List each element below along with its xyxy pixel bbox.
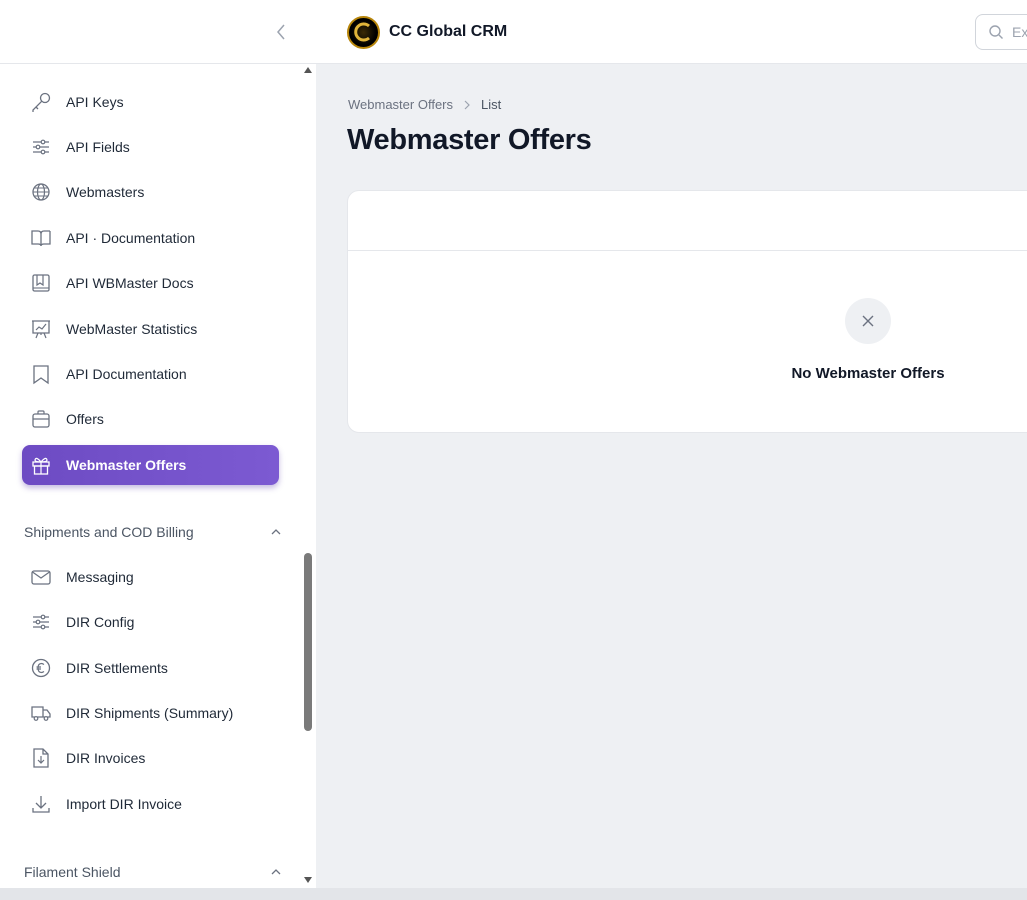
sidebar-item-label: WebMaster Statistics xyxy=(66,321,198,337)
breadcrumb-current: List xyxy=(481,97,502,112)
x-mark-icon xyxy=(862,315,874,327)
sidebar-item-label: API · Documentation xyxy=(66,230,196,246)
book-icon xyxy=(30,272,52,294)
table-card: No Webmaster Offers xyxy=(347,190,1027,433)
sidebar-item-import-dir-invoice[interactable]: Import DIR Invoice xyxy=(22,784,279,824)
scroll-up-arrow[interactable] xyxy=(302,64,314,76)
chevron-up-icon xyxy=(271,529,281,535)
sidebar-item-label: API Fields xyxy=(66,139,130,155)
table-header xyxy=(348,191,1027,251)
topbar: CC Global CRM Ex xyxy=(0,0,1027,64)
sidebar-item-webmasters[interactable]: Webmasters xyxy=(22,172,279,212)
arrow-down-tray-icon xyxy=(30,793,52,815)
sidebar-item-label: API Documentation xyxy=(66,366,187,382)
sidebar-item-dir-settlements[interactable]: DIR Settlements xyxy=(22,648,279,688)
sidebar-item-dir-shipments-summary[interactable]: DIR Shipments (Summary) xyxy=(22,693,279,733)
presentation-chart-icon xyxy=(30,318,52,340)
sidebar-item-label: DIR Settlements xyxy=(66,660,168,676)
sidebar-item-api-documentation[interactable]: API Documentation xyxy=(22,354,279,394)
chevron-up-icon xyxy=(271,869,281,875)
logo xyxy=(347,15,380,49)
sidebar-item-api-keys[interactable]: API Keys xyxy=(22,82,279,122)
horizontal-scrollbar xyxy=(0,888,1027,900)
sidebar-item-api-documentation-dot[interactable]: API · Documentation xyxy=(22,218,279,258)
sidebar-item-webmaster-offers[interactable]: Webmaster Offers xyxy=(22,445,279,485)
sidebar-item-api-fields[interactable]: API Fields xyxy=(22,127,279,167)
breadcrumb: Webmaster Offers List xyxy=(348,97,501,112)
page-title: Webmaster Offers xyxy=(347,124,592,156)
truck-icon xyxy=(30,702,52,724)
sidebar-item-api-wbmaster-docs[interactable]: API WBMaster Docs xyxy=(22,263,279,303)
sidebar-item-messaging[interactable]: Messaging xyxy=(22,557,279,597)
sidebar-item-webmaster-statistics[interactable]: WebMaster Statistics xyxy=(22,309,279,349)
sidebar-item-label: API WBMaster Docs xyxy=(66,275,194,291)
empty-state-icon-wrap xyxy=(845,298,891,344)
sidebar: API Keys API Fields Webmasters API · Doc… xyxy=(0,64,316,890)
app-name: CC Global CRM xyxy=(389,23,508,40)
collapse-sidebar-button[interactable] xyxy=(270,20,292,44)
brand[interactable]: CC Global CRM xyxy=(347,15,507,49)
sidebar-item-label: Import DIR Invoice xyxy=(66,796,182,812)
sidebar-item-label: Offers xyxy=(66,411,104,427)
bookmark-icon xyxy=(30,363,52,385)
sliders-icon xyxy=(30,136,52,158)
sidebar-item-label: Messaging xyxy=(66,569,134,585)
caret-down-icon xyxy=(304,877,312,883)
euro-icon xyxy=(30,657,52,679)
briefcase-icon xyxy=(30,408,52,430)
sidebar-item-label: Webmaster Offers xyxy=(66,457,187,473)
group-label: Filament Shield xyxy=(24,864,121,880)
breadcrumb-parent-link[interactable]: Webmaster Offers xyxy=(348,97,453,112)
search-icon xyxy=(989,25,1003,39)
chevron-left-icon xyxy=(277,24,285,40)
sidebar-item-offers[interactable]: Offers xyxy=(22,399,279,439)
sidebar-item-label: API Keys xyxy=(66,94,124,110)
sidebar-item-label: Webmasters xyxy=(66,184,145,200)
book-open-icon xyxy=(30,227,52,249)
search-input[interactable]: Ex xyxy=(975,14,1027,50)
document-download-icon xyxy=(30,747,52,769)
envelope-icon xyxy=(30,566,52,588)
key-icon xyxy=(30,91,52,113)
group-filament-shield[interactable]: Filament Shield xyxy=(24,861,282,883)
sidebar-item-dir-config[interactable]: DIR Config xyxy=(22,602,279,642)
sidebar-item-label: DIR Config xyxy=(66,614,135,630)
chevron-right-icon xyxy=(464,100,470,109)
search-placeholder: Ex xyxy=(1012,24,1027,40)
caret-up-icon xyxy=(304,67,312,73)
sidebar-item-dir-invoices[interactable]: DIR Invoices xyxy=(22,738,279,778)
sidebar-item-label: DIR Shipments (Summary) xyxy=(66,705,234,721)
globe-icon xyxy=(30,181,52,203)
sidebar-scrollbar-thumb[interactable] xyxy=(304,553,312,731)
group-shipments-cod-billing[interactable]: Shipments and COD Billing xyxy=(24,521,282,543)
sidebar-item-label: DIR Invoices xyxy=(66,750,146,766)
empty-state-heading: No Webmaster Offers xyxy=(791,365,945,382)
group-label: Shipments and COD Billing xyxy=(24,524,194,540)
gift-icon xyxy=(30,454,52,476)
sliders-icon xyxy=(30,611,52,633)
scroll-down-arrow[interactable] xyxy=(302,874,314,886)
